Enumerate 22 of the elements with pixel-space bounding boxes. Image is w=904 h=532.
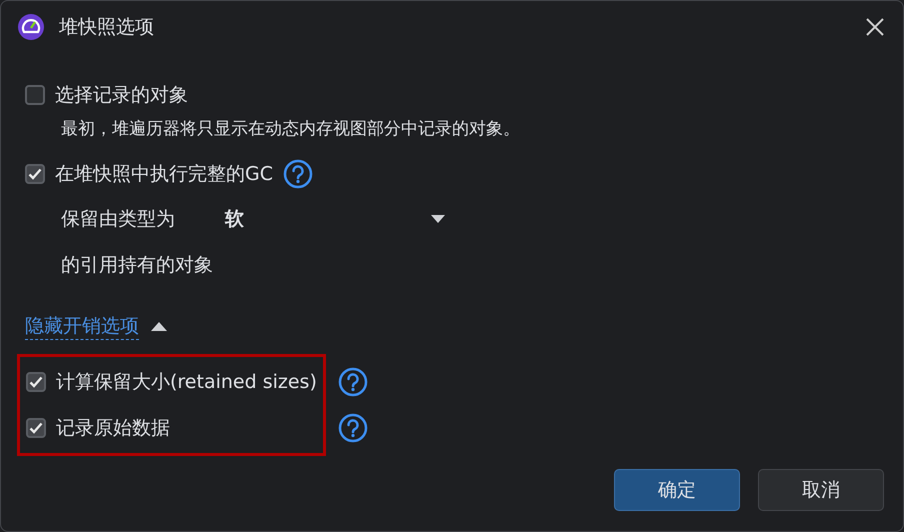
retention-label: 的引用持有的对象 — [61, 253, 213, 278]
retention-label: 保留由类型为 — [61, 207, 175, 232]
help-icon[interactable] — [338, 367, 368, 397]
caret-icon — [431, 215, 445, 223]
ok-button[interactable]: 确定 — [614, 469, 740, 511]
caret-icon[interactable] — [151, 322, 167, 330]
window-title: 堆快照选项 — [59, 15, 155, 40]
checkbox[interactable] — [26, 418, 46, 438]
gauge-icon — [17, 13, 45, 41]
help-icon[interactable] — [283, 159, 313, 189]
checkbox-label: 记录原始数据 — [56, 416, 170, 441]
checkbox[interactable] — [25, 85, 45, 105]
checkbox-label: 选择记录的对象 — [55, 83, 188, 108]
checkbox-label: 计算保留大小(retained sizes) — [56, 370, 317, 395]
reference-type-dropdown[interactable]: 软 — [225, 206, 445, 232]
checkbox[interactable] — [25, 164, 45, 184]
description-text: 最初，堆遍历器将只显示在动态内存视图部分中记录的对象。 — [61, 118, 521, 140]
help-icon[interactable] — [338, 413, 368, 443]
checkbox[interactable] — [26, 372, 46, 392]
toggle-link[interactable]: 隐藏开销选项 — [25, 312, 139, 340]
checkbox-label: 在堆快照中执行完整的GC — [55, 162, 273, 187]
cancel-button[interactable]: 取消 — [758, 469, 884, 511]
